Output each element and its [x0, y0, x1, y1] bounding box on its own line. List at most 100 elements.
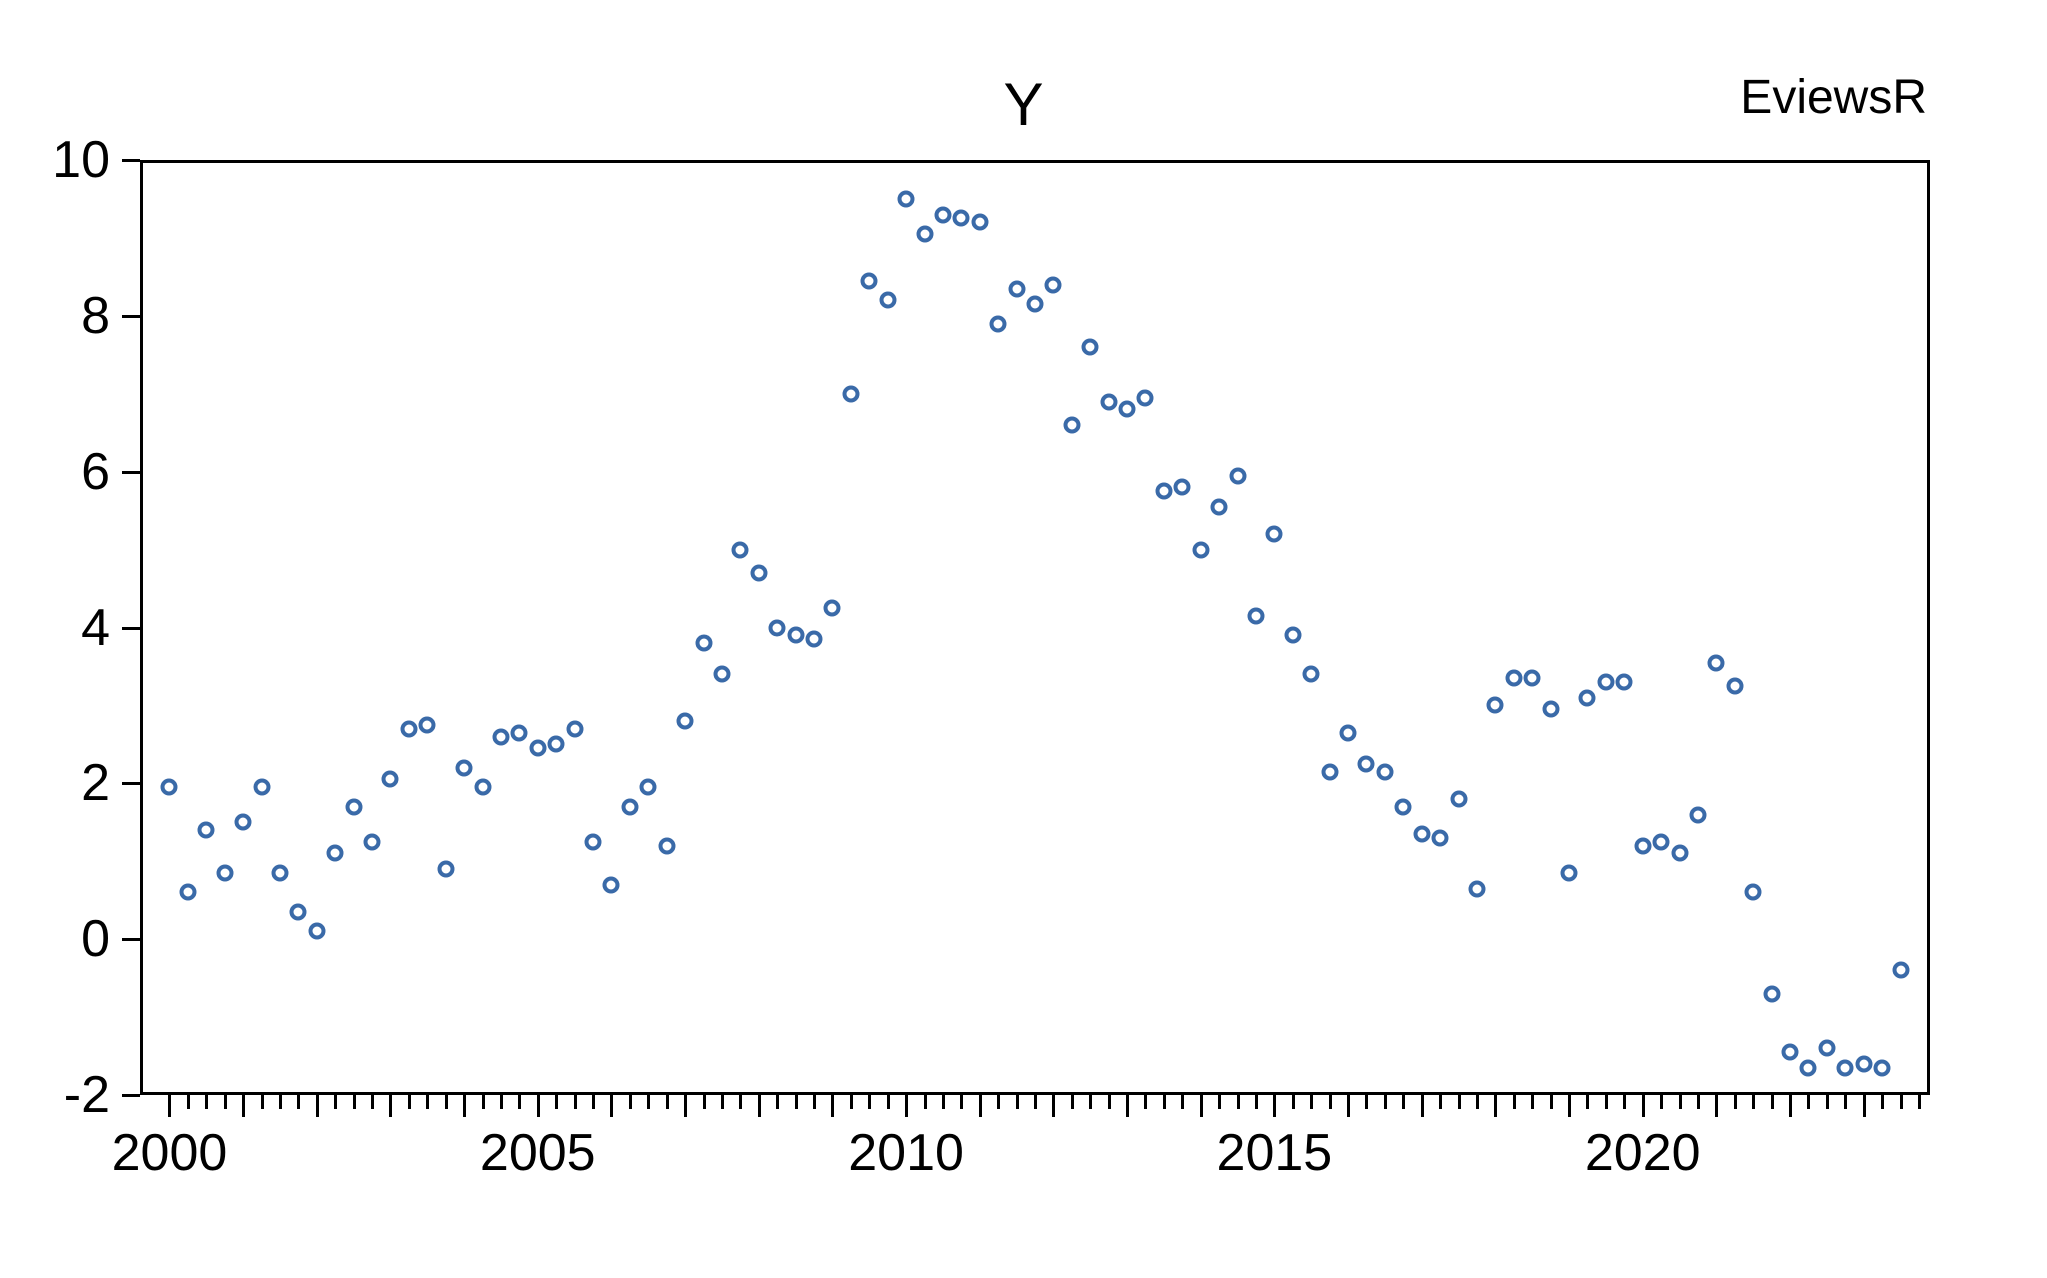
x-tick-minor	[371, 1095, 374, 1109]
data-point	[253, 779, 270, 796]
data-point	[732, 541, 749, 558]
data-point	[1100, 393, 1117, 410]
x-tick-minor	[574, 1095, 577, 1109]
data-point	[1395, 798, 1412, 815]
y-tick-label: 8	[0, 286, 110, 346]
x-tick-minor	[1918, 1095, 1921, 1109]
data-point	[327, 845, 344, 862]
x-tick-label: 2000	[112, 1123, 228, 1183]
data-point	[695, 635, 712, 652]
data-point	[1413, 825, 1430, 842]
x-tick-minor	[1734, 1095, 1737, 1109]
x-tick-minor	[445, 1095, 448, 1109]
y-tick	[122, 159, 140, 162]
x-tick-minor	[297, 1095, 300, 1109]
data-point	[1284, 627, 1301, 644]
data-point	[1855, 1055, 1872, 1072]
x-tick-minor	[1181, 1095, 1184, 1109]
data-point	[1818, 1040, 1835, 1057]
x-tick-minor	[1476, 1095, 1479, 1109]
data-point	[1008, 280, 1025, 297]
data-point	[511, 724, 528, 741]
x-tick-minor	[666, 1095, 669, 1109]
data-point	[364, 833, 381, 850]
x-tick-minor	[1550, 1095, 1553, 1109]
data-point	[216, 864, 233, 881]
x-tick-major	[1421, 1095, 1424, 1117]
x-tick-minor	[1513, 1095, 1516, 1109]
data-point	[1358, 755, 1375, 772]
x-tick-major	[1494, 1095, 1497, 1117]
x-tick-minor	[703, 1095, 706, 1109]
data-point	[345, 798, 362, 815]
x-tick-minor	[1807, 1095, 1810, 1109]
x-tick-minor	[739, 1095, 742, 1109]
data-point	[1137, 389, 1154, 406]
data-point	[492, 728, 509, 745]
data-point	[916, 226, 933, 243]
x-tick-minor	[942, 1095, 945, 1109]
x-tick-minor	[518, 1095, 521, 1109]
y-tick-label: 2	[0, 753, 110, 813]
x-tick-minor	[1586, 1095, 1589, 1109]
x-tick-minor	[1900, 1095, 1903, 1109]
x-tick-minor	[721, 1095, 724, 1109]
y-tick-label: 4	[0, 598, 110, 658]
x-tick-minor	[795, 1095, 798, 1109]
data-point	[529, 740, 546, 757]
chart-annotation: EviewsR	[1740, 70, 1927, 125]
x-tick-major	[1642, 1095, 1645, 1117]
data-point	[400, 720, 417, 737]
data-point	[953, 210, 970, 227]
data-point	[1616, 674, 1633, 691]
x-tick-label: 2005	[480, 1123, 596, 1183]
x-tick-minor	[224, 1095, 227, 1109]
y-tick-label: 6	[0, 442, 110, 502]
data-point	[1634, 837, 1651, 854]
y-tick-label: 0	[0, 909, 110, 969]
data-point	[198, 822, 215, 839]
data-point	[1247, 607, 1264, 624]
x-tick-major	[1052, 1095, 1055, 1117]
data-point	[1726, 677, 1743, 694]
x-tick-major	[316, 1095, 319, 1117]
data-point	[879, 292, 896, 309]
x-tick-minor	[426, 1095, 429, 1109]
data-point	[1745, 884, 1762, 901]
y-tick	[122, 471, 140, 474]
data-point	[290, 903, 307, 920]
data-point	[271, 864, 288, 881]
data-point	[640, 779, 657, 796]
x-tick-minor	[1144, 1095, 1147, 1109]
x-tick-minor	[1771, 1095, 1774, 1109]
data-point	[179, 884, 196, 901]
x-tick-minor	[1531, 1095, 1534, 1109]
x-tick-minor	[1237, 1095, 1240, 1109]
x-tick-major	[463, 1095, 466, 1117]
x-tick-minor	[1255, 1095, 1258, 1109]
y-tick	[122, 627, 140, 630]
x-tick-minor	[353, 1095, 356, 1109]
data-point	[1027, 296, 1044, 313]
x-tick-minor	[1163, 1095, 1166, 1109]
data-point	[1063, 416, 1080, 433]
data-point	[1800, 1059, 1817, 1076]
x-tick-minor	[629, 1095, 632, 1109]
data-point	[677, 713, 694, 730]
data-point	[824, 600, 841, 617]
x-tick-major	[389, 1095, 392, 1117]
x-tick-minor	[1071, 1095, 1074, 1109]
x-tick-major	[905, 1095, 908, 1117]
x-tick-major	[1715, 1095, 1718, 1117]
x-tick-minor	[1108, 1095, 1111, 1109]
data-point	[1782, 1044, 1799, 1061]
x-tick-major	[242, 1095, 245, 1117]
data-point	[1174, 479, 1191, 496]
data-point	[750, 564, 767, 581]
data-point	[898, 190, 915, 207]
data-point	[713, 666, 730, 683]
x-tick-minor	[500, 1095, 503, 1109]
data-point	[769, 619, 786, 636]
x-tick-minor	[868, 1095, 871, 1109]
data-point	[658, 837, 675, 854]
